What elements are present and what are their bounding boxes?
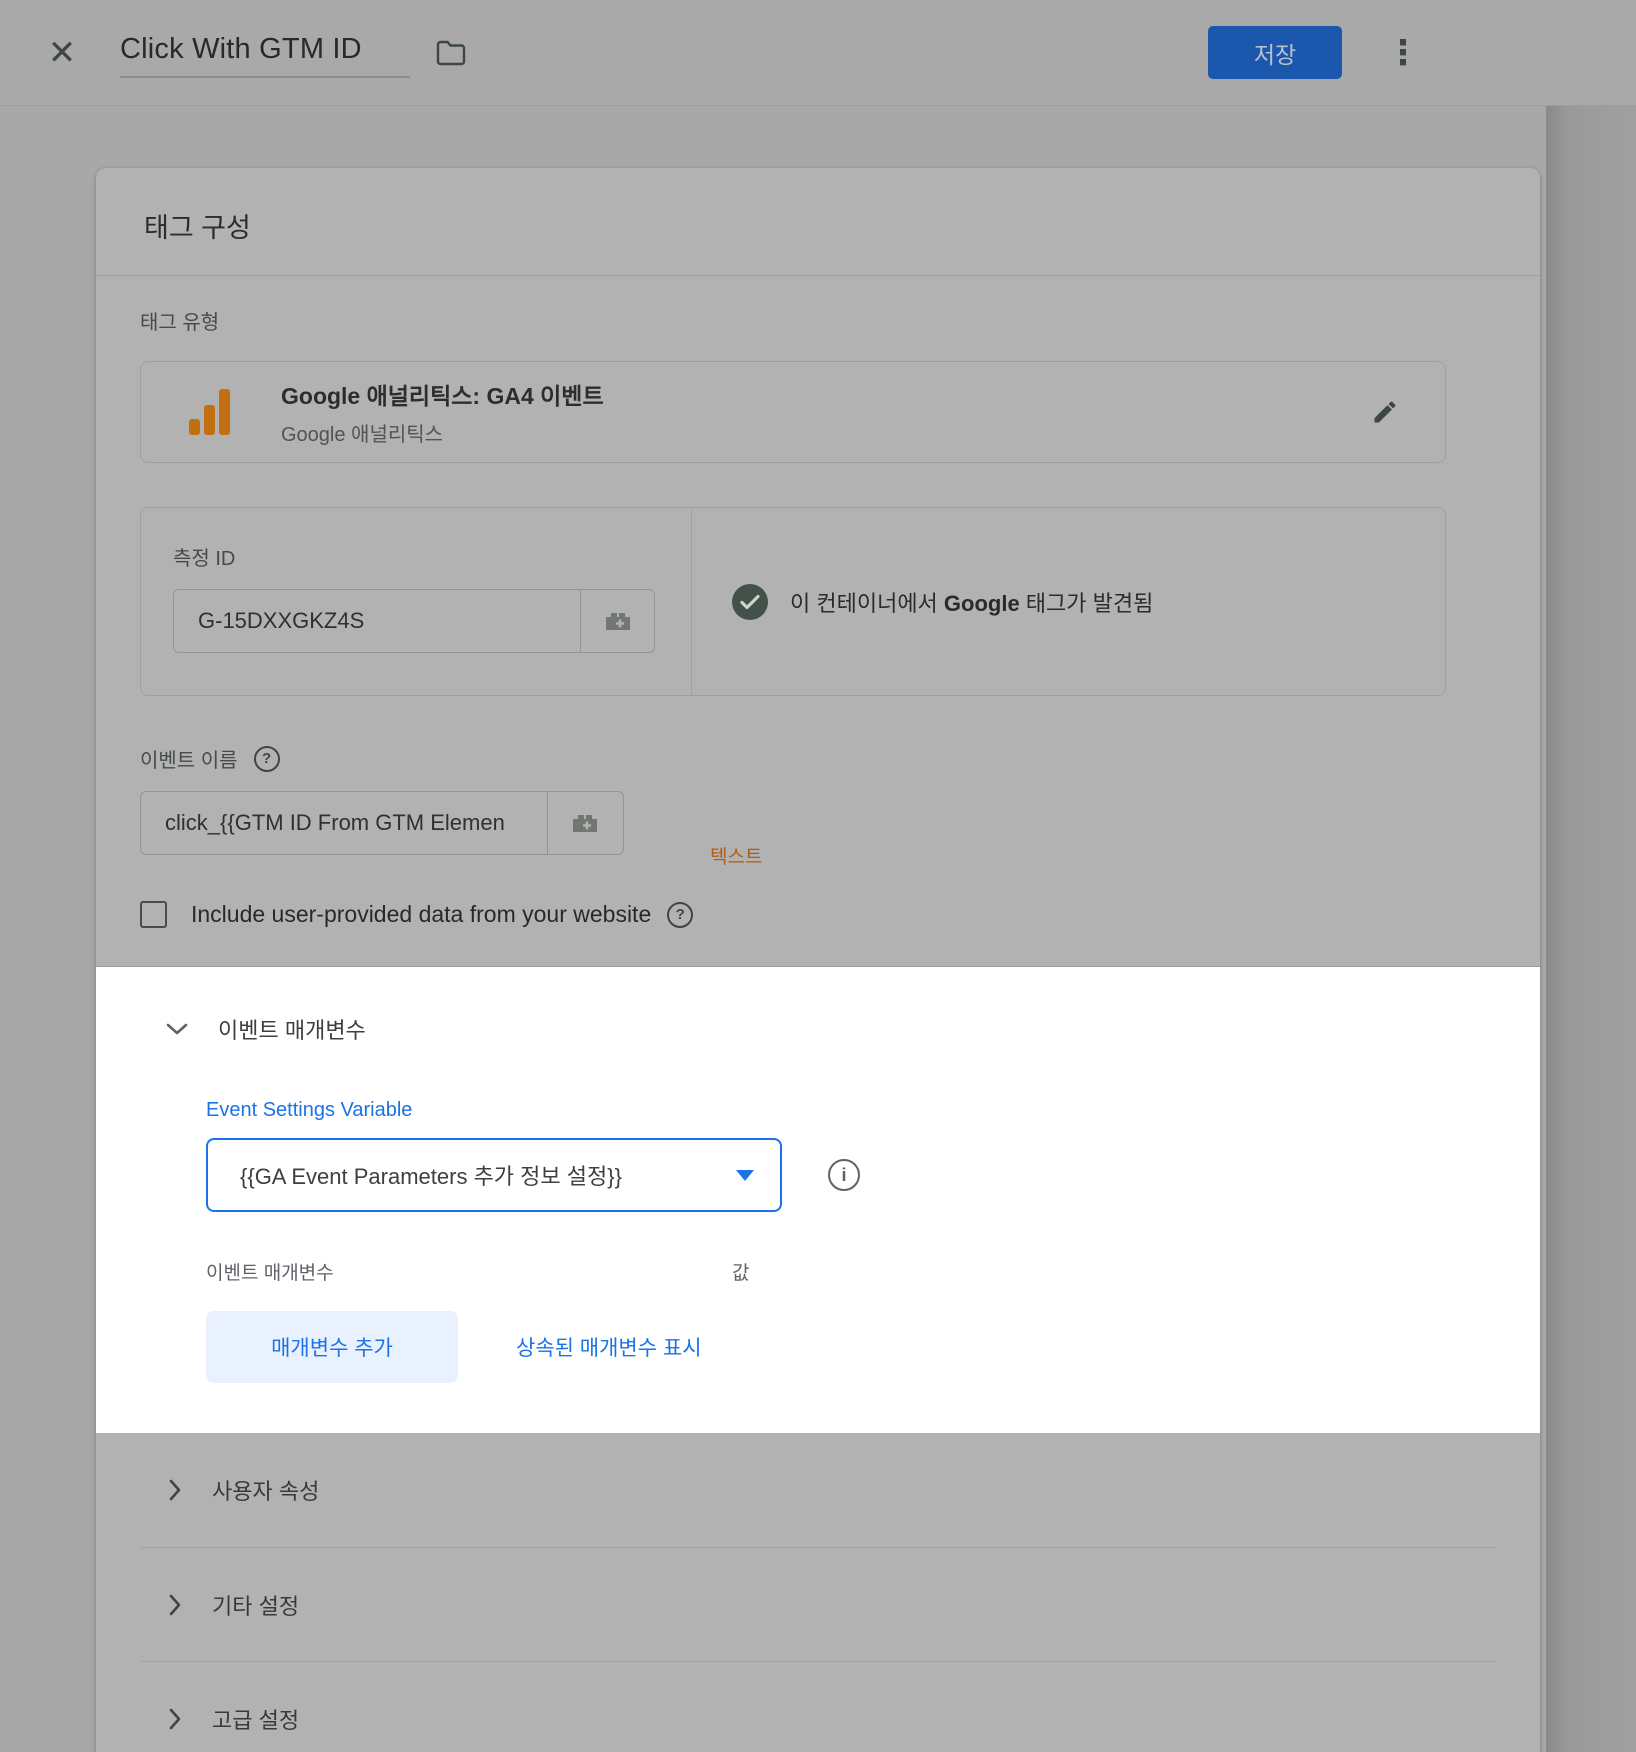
info-icon[interactable]: i <box>828 1159 860 1191</box>
tag-type-vendor: Google 애널리틱스 <box>281 418 604 447</box>
card-title: 태그 구성 <box>144 206 1492 245</box>
card-header: 태그 구성 <box>96 168 1540 276</box>
card-body: 태그 유형 Google 애널리틱스: GA4 이벤트 Google 애널리틱스… <box>96 306 1540 1752</box>
tag-type-selector[interactable]: Google 애널리틱스: GA4 이벤트 Google 애널리틱스 <box>140 361 1446 463</box>
close-icon[interactable]: ✕ <box>44 35 80 71</box>
event-name-input[interactable]: click_{{GTM ID From GTM Elemen <box>141 792 547 854</box>
chevron-right-icon <box>168 1707 182 1731</box>
google-tag-status: 이 컨테이너에서 Google 태그가 발견됨 <box>691 508 1445 695</box>
measurement-id-label: 측정 ID <box>173 542 691 571</box>
chevron-right-icon <box>168 1593 182 1617</box>
tag-type-label: 태그 유형 <box>140 306 1496 335</box>
tag-name-field[interactable]: Click With GTM ID <box>120 27 410 78</box>
event-parameters-title: 이벤트 매개변수 <box>218 1013 366 1045</box>
help-icon[interactable]: ? <box>667 902 693 928</box>
measurement-id-input[interactable]: G-15DXXGKZ4S <box>174 590 580 652</box>
measurement-id-input-group: G-15DXXGKZ4S <box>173 589 655 653</box>
dropdown-caret-icon <box>736 1170 754 1181</box>
event-name-label-row: 이벤트 이름 ? <box>140 744 1496 773</box>
folder-icon[interactable] <box>436 40 466 66</box>
top-bar: ✕ Click With GTM ID 저장 ⋮ <box>0 0 1636 106</box>
chevron-right-icon <box>168 1478 182 1502</box>
param-column-label: 이벤트 매개변수 <box>206 1258 732 1285</box>
gtm-tag-editor: ✕ Click With GTM ID 저장 ⋮ 태그 구성 태그 유형 Goo… <box>0 0 1636 1752</box>
esv-value: {{GA Event Parameters 추가 정보 설정}} <box>240 1159 622 1191</box>
tag-configuration-card: 태그 구성 태그 유형 Google 애널리틱스: GA4 이벤트 Google… <box>96 168 1540 1752</box>
section-other-settings[interactable]: 기타 설정 <box>140 1547 1496 1661</box>
collapsed-sections: 사용자 속성 기타 설정 고급 설정 <box>140 1433 1496 1752</box>
event-name-input-group: click_{{GTM ID From GTM Elemen <box>140 791 624 855</box>
tag-type-text: Google 애널리틱스: GA4 이벤트 Google 애널리틱스 <box>281 377 604 447</box>
event-parameters-header[interactable]: 이벤트 매개변수 <box>140 1013 1496 1045</box>
section-user-properties[interactable]: 사용자 속성 <box>140 1433 1496 1547</box>
google-analytics-icon <box>189 389 235 435</box>
measurement-id-box: 측정 ID G-15DXXGKZ4S 이 컨테이너에서 Google 태그가 발… <box>140 507 1446 696</box>
param-actions: 매개변수 추가 상속된 매개변수 표시 <box>206 1311 1496 1383</box>
measurement-left: 측정 ID G-15DXXGKZ4S <box>141 508 691 695</box>
check-circle-icon <box>732 584 768 620</box>
more-menu-icon[interactable]: ⋮ <box>1386 33 1420 73</box>
help-icon[interactable]: ? <box>254 746 280 772</box>
save-button[interactable]: 저장 <box>1208 26 1342 79</box>
event-name-row: click_{{GTM ID From GTM Elemen 텍스트 <box>140 791 1496 855</box>
page-title: Click With GTM ID <box>120 33 362 65</box>
param-table-header: 이벤트 매개변수 값 <box>206 1258 1496 1285</box>
esv-label: Event Settings Variable <box>206 1099 1496 1122</box>
include-user-data-checkbox[interactable] <box>140 901 167 928</box>
status-text: 이 컨테이너에서 Google 태그가 발견됨 <box>790 586 1153 618</box>
event-name-label: 이벤트 이름 <box>140 744 238 773</box>
section-label: 고급 설정 <box>212 1703 299 1735</box>
variable-picker-button[interactable] <box>547 792 621 854</box>
brick-plus-icon <box>602 608 634 634</box>
section-label: 기타 설정 <box>212 1589 299 1621</box>
event-parameters-section: 이벤트 매개변수 Event Settings Variable {{GA Ev… <box>96 967 1540 1433</box>
esv-row: {{GA Event Parameters 추가 정보 설정}} i <box>206 1138 1496 1212</box>
brick-plus-icon <box>569 810 601 836</box>
dimmed-page-edge <box>1546 106 1636 1752</box>
variable-picker-button[interactable] <box>580 590 654 652</box>
edit-pencil-icon[interactable] <box>1371 398 1399 426</box>
esv-dropdown[interactable]: {{GA Event Parameters 추가 정보 설정}} <box>206 1138 782 1212</box>
show-inherited-link[interactable]: 상속된 매개변수 표시 <box>516 1332 702 1362</box>
chevron-down-icon <box>165 1022 189 1036</box>
checkbox-label: Include user-provided data from your web… <box>191 901 651 928</box>
add-parameter-button[interactable]: 매개변수 추가 <box>206 1311 458 1383</box>
text-mode-link[interactable]: 텍스트 <box>710 842 762 869</box>
value-column-label: 값 <box>732 1258 749 1285</box>
section-advanced-settings[interactable]: 고급 설정 <box>140 1661 1496 1752</box>
tag-type-name: Google 애널리틱스: GA4 이벤트 <box>281 377 604 411</box>
section-label: 사용자 속성 <box>212 1474 319 1506</box>
user-data-row: Include user-provided data from your web… <box>140 901 1496 928</box>
